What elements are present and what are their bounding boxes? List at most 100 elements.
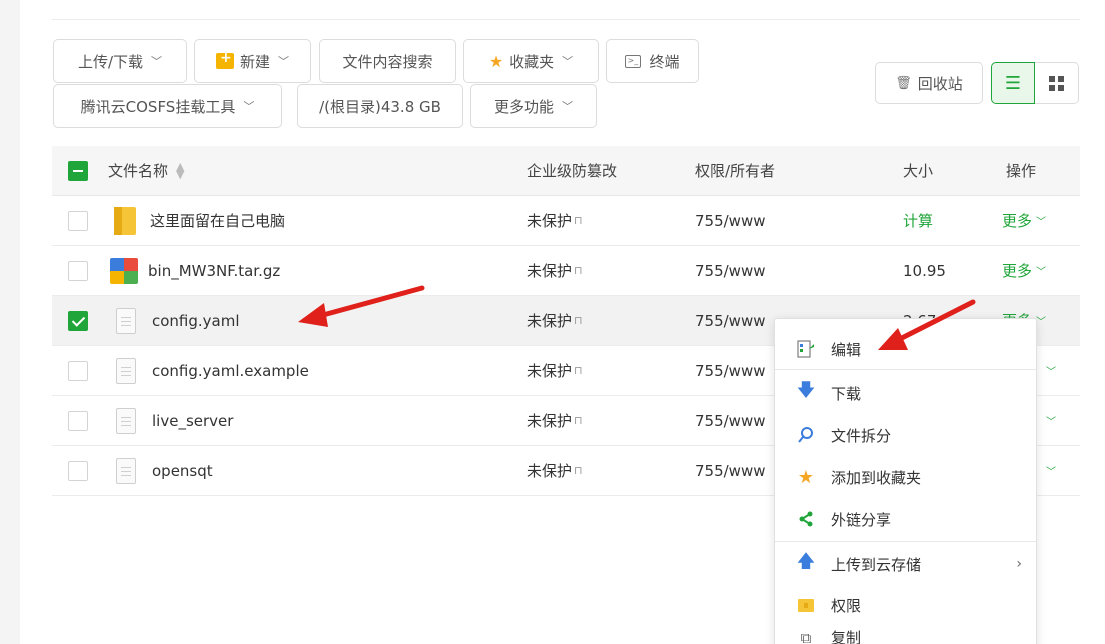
- more-button[interactable]: ﹀: [1042, 346, 1056, 395]
- star-icon: ★: [797, 466, 815, 488]
- tamper-status: 未保护: [527, 462, 573, 480]
- list-icon: ☰: [1004, 72, 1022, 94]
- row-checkbox[interactable]: [68, 311, 88, 331]
- chevron-down-icon: ﹀: [151, 55, 163, 68]
- more-button[interactable]: ﹀: [1042, 396, 1056, 445]
- table-header: 文件名称 ▲ ▼ 企业级防篡改 权限/所有者 大小 操作: [52, 146, 1080, 196]
- sort-icon: ▲ ▼: [176, 159, 185, 181]
- favorites-button[interactable]: ★ 收藏夹 ﹀: [463, 39, 599, 83]
- menu-item-share[interactable]: 外链分享: [775, 499, 1036, 539]
- size-value: 10.95: [903, 261, 946, 280]
- chevron-down-icon: ﹀: [1036, 317, 1047, 328]
- lock-icon: ⊓: [574, 314, 583, 327]
- top-divider: [52, 19, 1080, 20]
- chevron-down-icon: ﹀: [1046, 417, 1056, 428]
- menu-item-copy[interactable]: ⧉ 复制: [775, 627, 1036, 644]
- root-dir-button[interactable]: /(根目录)43.8 GB: [297, 84, 463, 128]
- context-menu: 编辑 🡇 下载 文件拆分 ★ 添加到收藏夹 外链分享 🡅 上传到云存储 › 权限…: [774, 318, 1037, 644]
- perm-value[interactable]: 755/www: [695, 296, 766, 345]
- file-name[interactable]: config.yaml.example: [152, 362, 309, 380]
- size-header: 大小: [903, 162, 934, 180]
- upload-download-label: 上传/下载: [77, 52, 144, 71]
- upload-cloud-icon: 🡅: [796, 551, 816, 572]
- menu-item-permission[interactable]: 权限: [775, 585, 1036, 625]
- terminal-icon: >_: [625, 54, 642, 68]
- menu-divider: [775, 541, 1036, 542]
- file-name[interactable]: config.yaml: [152, 312, 240, 330]
- row-checkbox[interactable]: [68, 261, 88, 281]
- more-button[interactable]: ﹀: [1042, 446, 1056, 495]
- menu-item-label: 权限: [831, 596, 862, 615]
- chevron-right-icon: ›: [1016, 556, 1022, 572]
- perm-value[interactable]: 755/www: [695, 346, 766, 395]
- tamper-status: 未保护: [527, 412, 573, 430]
- split-icon: [795, 424, 817, 446]
- tamper-status: 未保护: [527, 362, 573, 380]
- menu-item-upload-cloud[interactable]: 🡅 上传到云存储 ›: [775, 544, 1036, 584]
- table-row[interactable]: 这里面留在自己电脑 未保护 ⊓ 755/www 计算 更多 ﹀: [52, 196, 1080, 246]
- menu-item-favorite[interactable]: ★ 添加到收藏夹: [775, 457, 1036, 497]
- tamper-header: 企业级防篡改: [527, 162, 618, 180]
- perm-value[interactable]: 755/www: [695, 196, 766, 245]
- terminal-label: 终端: [649, 52, 680, 71]
- new-button[interactable]: 新建 ﹀: [194, 39, 311, 83]
- menu-item-download[interactable]: 🡇 下载: [775, 373, 1036, 413]
- content-search-label: 文件内容搜索: [342, 52, 433, 71]
- size-value[interactable]: 计算: [903, 196, 933, 245]
- cosfs-tool-button[interactable]: 腾讯云COSFS挂载工具 ﹀: [53, 84, 282, 128]
- file-name[interactable]: opensqt: [152, 462, 213, 480]
- chevron-down-icon: ﹀: [1046, 467, 1056, 478]
- list-view-toggle[interactable]: ☰: [991, 62, 1035, 104]
- file-name[interactable]: 这里面留在自己电脑: [150, 210, 285, 231]
- content-search-button[interactable]: 文件内容搜索: [319, 39, 456, 83]
- permission-icon: [795, 594, 817, 616]
- recycle-bin-button[interactable]: 🗑 回收站: [875, 62, 983, 104]
- terminal-button[interactable]: >_ 终端: [606, 39, 699, 83]
- name-header[interactable]: 文件名称 ▲ ▼: [108, 146, 184, 195]
- cosfs-tool-label: 腾讯云COSFS挂载工具: [80, 97, 236, 116]
- row-checkbox[interactable]: [68, 461, 88, 481]
- recycle-bin-label: 回收站: [917, 74, 963, 93]
- star-icon: ★: [488, 51, 504, 71]
- more-button[interactable]: 更多﹀: [1002, 196, 1046, 245]
- select-all-checkbox[interactable]: [68, 161, 88, 181]
- download-icon: 🡇: [796, 380, 816, 401]
- tamper-status: 未保护: [527, 212, 573, 230]
- file-name[interactable]: live_server: [152, 412, 233, 430]
- lock-icon: ⊓: [574, 264, 583, 277]
- name-header-label: 文件名称: [108, 162, 169, 180]
- favorites-label: 收藏夹: [509, 52, 555, 71]
- menu-item-split[interactable]: 文件拆分: [775, 415, 1036, 455]
- chevron-down-icon: ﹀: [562, 55, 574, 68]
- table-row[interactable]: bin_MW3NF.tar.gz 未保护 ⊓ 755/www 10.95 更多 ﹀: [52, 246, 1080, 296]
- more-functions-button[interactable]: 更多功能 ﹀: [470, 84, 597, 128]
- file-icon: [116, 457, 136, 484]
- file-icon: [116, 407, 136, 434]
- more-label: 更多: [1002, 262, 1033, 280]
- menu-item-label: 添加到收藏夹: [831, 468, 922, 487]
- lock-icon: ⊓: [574, 414, 583, 427]
- share-icon: [795, 508, 817, 530]
- tamper-status: 未保护: [527, 312, 573, 330]
- left-panel-edge: [0, 0, 20, 644]
- row-checkbox[interactable]: [68, 361, 88, 381]
- menu-divider: [775, 369, 1036, 370]
- row-checkbox[interactable]: [68, 411, 88, 431]
- edit-icon: [795, 338, 817, 360]
- perm-value[interactable]: 755/www: [695, 246, 766, 295]
- more-functions-label: 更多功能: [493, 97, 554, 116]
- grid-view-toggle[interactable]: [1035, 62, 1079, 104]
- upload-download-button[interactable]: 上传/下载 ﹀: [53, 39, 187, 83]
- menu-item-label: 外链分享: [831, 510, 892, 529]
- perm-value[interactable]: 755/www: [695, 446, 766, 495]
- action-header: 操作: [1006, 162, 1037, 180]
- perm-value[interactable]: 755/www: [695, 396, 766, 445]
- menu-item-edit[interactable]: 编辑: [775, 329, 1036, 369]
- file-name[interactable]: bin_MW3NF.tar.gz: [148, 262, 280, 280]
- chevron-down-icon: ﹀: [562, 100, 573, 113]
- menu-item-label: 文件拆分: [831, 426, 892, 445]
- archive-icon: [110, 257, 138, 284]
- row-checkbox[interactable]: [68, 211, 88, 231]
- more-button[interactable]: 更多﹀: [1002, 246, 1046, 295]
- chevron-down-icon: ﹀: [1036, 267, 1047, 278]
